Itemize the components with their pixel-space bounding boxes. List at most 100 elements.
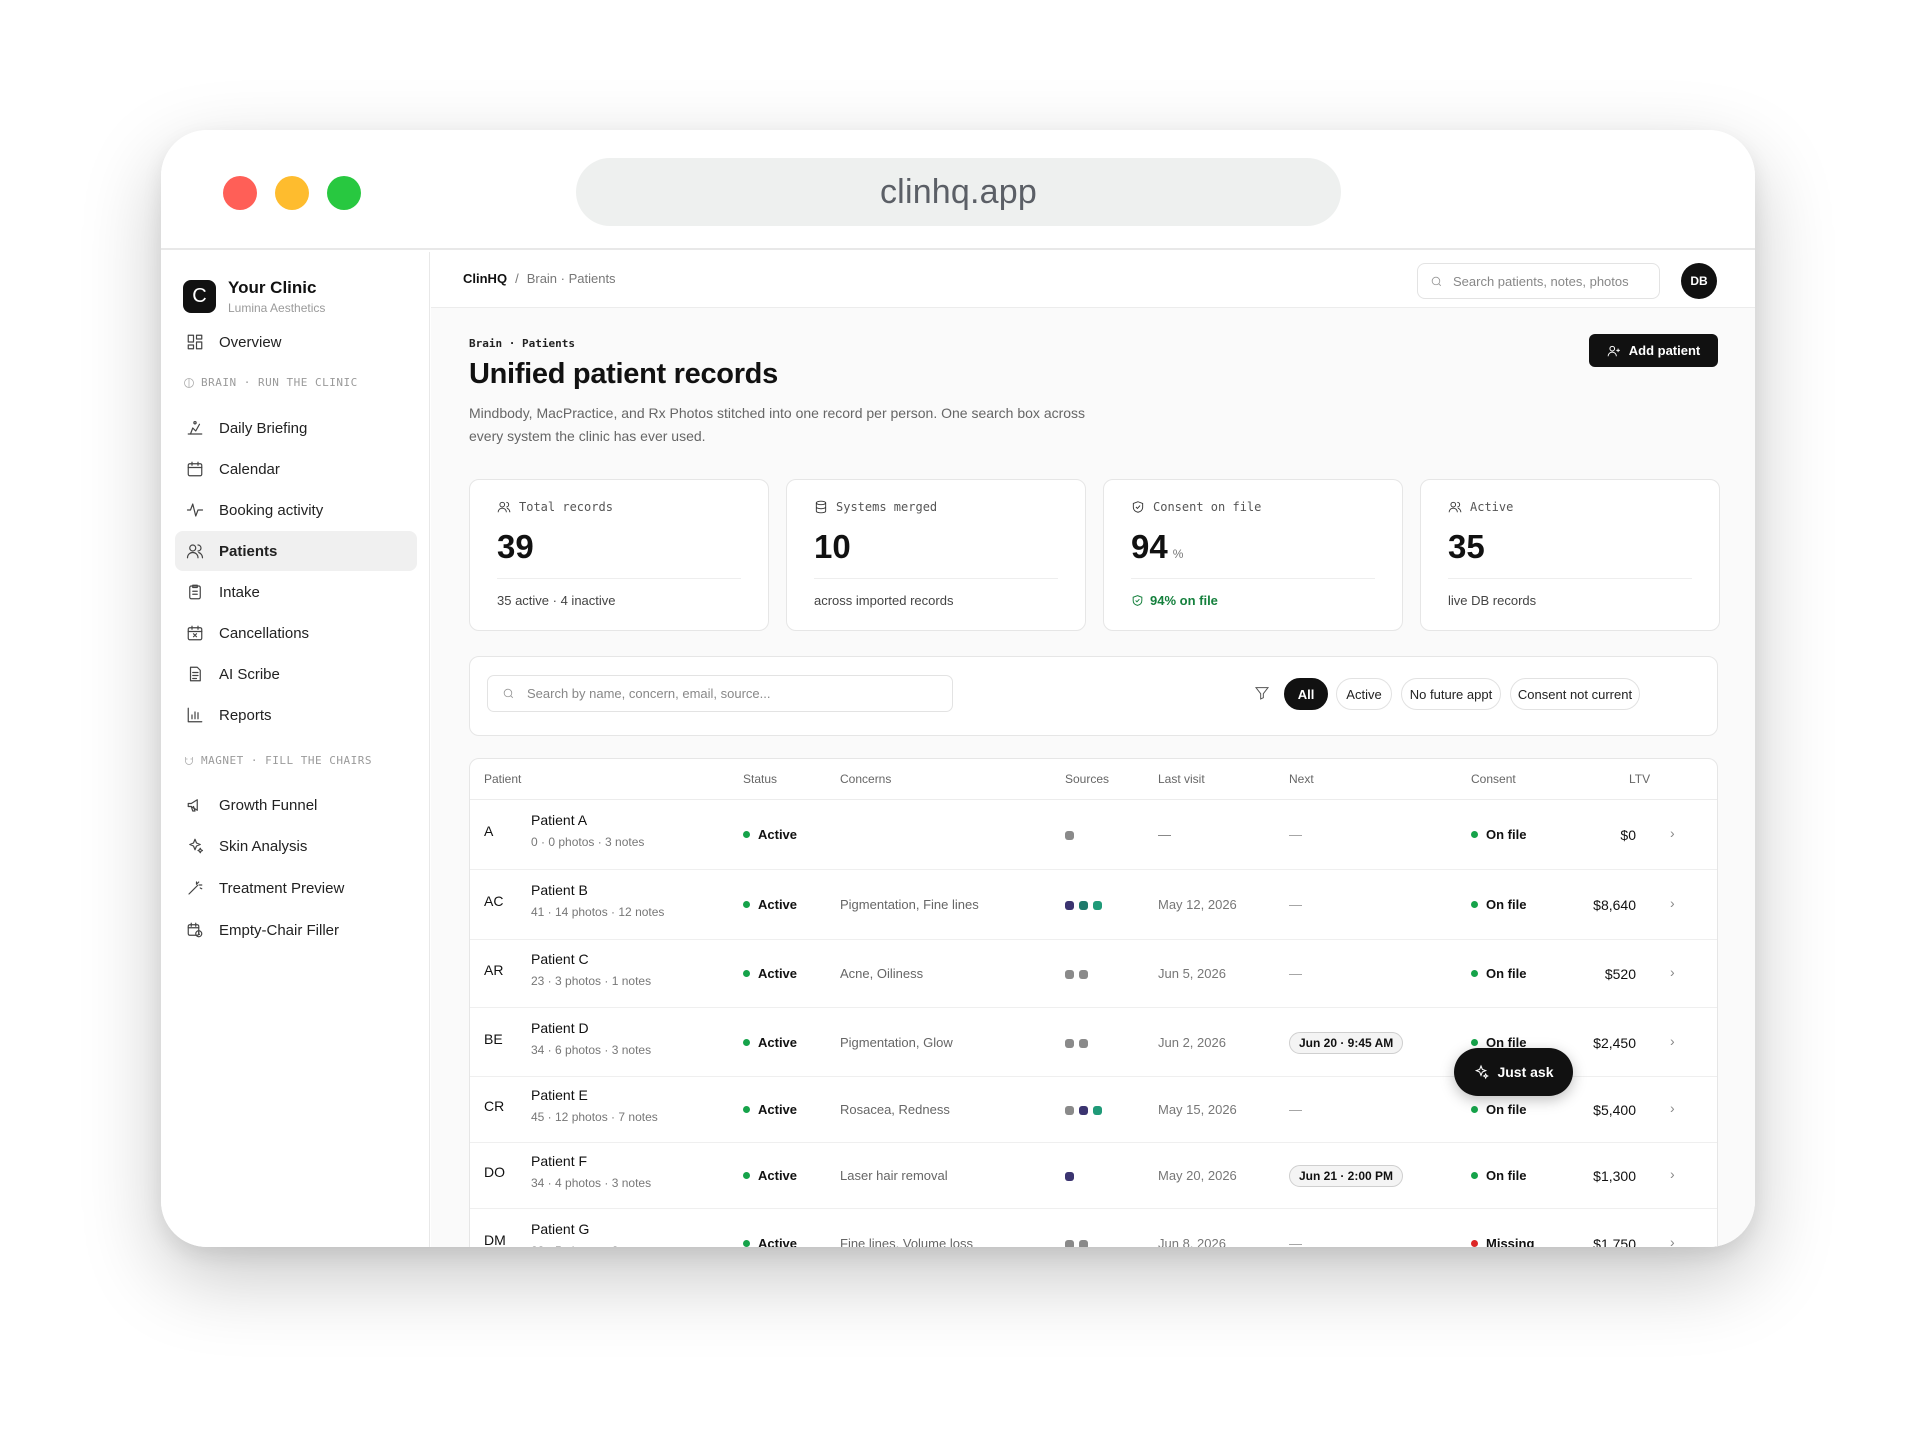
lifetime-value: $1,300 — [1593, 1168, 1636, 1184]
patient-meta: 41 · 14 photos · 12 notes — [531, 905, 665, 919]
patient-search-input[interactable]: Search by name, concern, email, source..… — [487, 675, 953, 712]
stat-card-total-records: Total records 39 35 active · 4 inactive — [469, 479, 769, 631]
patient-name[interactable]: Patient F — [531, 1153, 587, 1169]
next-appointment-pill[interactable]: Jun 20 · 9:45 AM — [1289, 1032, 1404, 1054]
main-content: ClinHQ / Brain · Patients Search patient… — [431, 252, 1755, 1247]
sidebar-item-label: Treatment Preview — [219, 879, 345, 897]
stat-label: Active — [1470, 500, 1514, 514]
stat-label: Consent on file — [1153, 500, 1262, 514]
source-indicator — [1079, 1039, 1088, 1048]
just-ask-button[interactable]: Just ask — [1454, 1048, 1573, 1096]
lifetime-value: $5,400 — [1593, 1102, 1636, 1118]
sidebar-item-ai-scribe[interactable]: AI Scribe — [175, 654, 417, 694]
sidebar-item-patients[interactable]: Patients — [175, 531, 417, 571]
calendar-clock-icon — [185, 920, 205, 940]
chevron-right-icon[interactable]: › — [1670, 964, 1675, 980]
patient-name[interactable]: Patient A — [531, 812, 587, 828]
chevron-right-icon[interactable]: › — [1670, 1166, 1675, 1182]
table-row[interactable]: AR Patient C 23 · 3 photos · 1 notes Active… — [470, 940, 1717, 1008]
patient-name[interactable]: Patient G — [531, 1221, 589, 1237]
patient-meta: 23 · 3 photos · 1 notes — [531, 974, 652, 988]
address-bar[interactable]: clinhq.app — [576, 158, 1341, 226]
filter-chip-active[interactable]: Active — [1336, 678, 1392, 710]
patient-name[interactable]: Patient C — [531, 951, 589, 967]
next-appointment-pill[interactable]: Jun 21 · 2:00 PM — [1289, 1165, 1404, 1187]
section-label-brain: BRAIN · RUN THE CLINIC — [183, 376, 358, 389]
source-indicator — [1093, 901, 1102, 910]
sidebar-item-growth-funnel[interactable]: Growth Funnel — [175, 785, 417, 825]
sidebar-item-skin-analysis[interactable]: Skin Analysis — [175, 826, 417, 866]
table-row[interactable]: DO Patient F 34 · 4 photos · 3 notes Active… — [470, 1143, 1717, 1209]
global-search-placeholder: Search patients, notes, photos — [1453, 273, 1629, 289]
patient-name[interactable]: Patient E — [531, 1087, 588, 1103]
chevron-right-icon[interactable]: › — [1670, 1033, 1675, 1049]
status-badge: Active — [743, 1035, 797, 1050]
patient-initials: AR — [484, 962, 504, 978]
maximize-window-button[interactable] — [327, 176, 361, 210]
sidebar-item-empty-chair-filler[interactable]: Empty-Chair Filler — [175, 910, 417, 950]
stat-footer: live DB records — [1448, 593, 1537, 608]
clinic-name: Your Clinic — [228, 278, 317, 297]
column-header[interactable]: Consent — [1471, 772, 1516, 786]
filter-chip-consent-not-current[interactable]: Consent not current — [1510, 678, 1640, 710]
sidebar-item-cancellations[interactable]: Cancellations — [175, 613, 417, 653]
patient-name[interactable]: Patient D — [531, 1020, 589, 1036]
filter-chip-all[interactable]: All — [1284, 678, 1328, 710]
source-indicators — [1065, 1240, 1088, 1247]
table-row[interactable]: AC Patient B 41 · 14 photos · 12 notes Acti… — [470, 870, 1717, 940]
sidebar-item-calendar[interactable]: Calendar — [175, 449, 417, 489]
source-indicators — [1065, 1172, 1074, 1181]
filter-chip-no-future-appt[interactable]: No future appt — [1401, 678, 1501, 710]
chevron-right-icon[interactable]: › — [1670, 825, 1675, 841]
stat-footer: 35 active · 4 inactive — [497, 593, 616, 608]
column-header[interactable]: LTV — [1629, 772, 1650, 786]
consent-status: On file — [1471, 1168, 1526, 1183]
source-indicator — [1065, 831, 1074, 840]
column-header[interactable]: Status — [743, 772, 777, 786]
source-indicator — [1079, 1240, 1088, 1247]
source-indicator — [1065, 970, 1074, 979]
minimize-window-button[interactable] — [275, 176, 309, 210]
sidebar-item-intake[interactable]: Intake — [175, 572, 417, 612]
chevron-right-icon[interactable]: › — [1670, 895, 1675, 911]
sidebar-item-daily-briefing[interactable]: Daily Briefing — [175, 408, 417, 448]
search-icon — [503, 688, 514, 699]
page-title: Unified patient records — [469, 358, 778, 390]
table-row[interactable]: DM Patient G 28 · 5 photos · 2 notes Active… — [470, 1209, 1717, 1247]
column-header[interactable]: Sources — [1065, 772, 1109, 786]
consent-status: Missing — [1471, 1236, 1534, 1247]
breadcrumb: ClinHQ / Brain · Patients — [463, 271, 616, 286]
column-header[interactable]: Next — [1289, 772, 1314, 786]
column-header[interactable]: Last visit — [1158, 772, 1205, 786]
activity-icon — [185, 500, 205, 520]
filter-icon[interactable] — [1254, 685, 1270, 701]
sidebar-item-reports[interactable]: Reports — [175, 695, 417, 735]
add-patient-button[interactable]: Add patient — [1589, 334, 1718, 367]
sidebar-item-treatment-preview[interactable]: Treatment Preview — [175, 868, 417, 908]
sidebar-item-overview[interactable]: Overview — [175, 322, 417, 362]
status-badge: Active — [743, 827, 797, 842]
consent-dot — [1471, 901, 1478, 908]
status-dot — [743, 1039, 750, 1046]
chevron-right-icon[interactable]: › — [1670, 1234, 1675, 1247]
close-window-button[interactable] — [223, 176, 257, 210]
patient-name[interactable]: Patient B — [531, 882, 588, 898]
sidebar-item-label: Skin Analysis — [219, 837, 308, 855]
briefing-icon — [185, 418, 205, 438]
column-header[interactable]: Patient — [484, 772, 521, 786]
clinic-logo: C — [183, 280, 216, 313]
lifetime-value: $0 — [1620, 827, 1636, 843]
breadcrumb-current: Brain · Patients — [526, 271, 616, 286]
stat-footer: 94% on file — [1131, 593, 1218, 608]
clinic-brand[interactable]: C Your Clinic Lumina Aesthetics — [183, 278, 325, 315]
patient-meta: 34 · 6 photos · 3 notes — [531, 1043, 652, 1057]
sidebar-item-booking-activity[interactable]: Booking activity — [175, 490, 417, 530]
chevron-right-icon[interactable]: › — [1670, 1100, 1675, 1116]
sidebar-item-label: Cancellations — [219, 624, 310, 642]
column-header[interactable]: Concerns — [840, 772, 891, 786]
patient-concerns: Rosacea, Redness — [840, 1102, 950, 1117]
user-avatar[interactable]: DB — [1681, 263, 1717, 299]
global-search-input[interactable]: Search patients, notes, photos — [1417, 263, 1660, 299]
table-row[interactable]: A Patient A 0 · 0 photos · 3 notes Active — —… — [470, 800, 1717, 870]
breadcrumb-root[interactable]: ClinHQ — [463, 271, 507, 286]
